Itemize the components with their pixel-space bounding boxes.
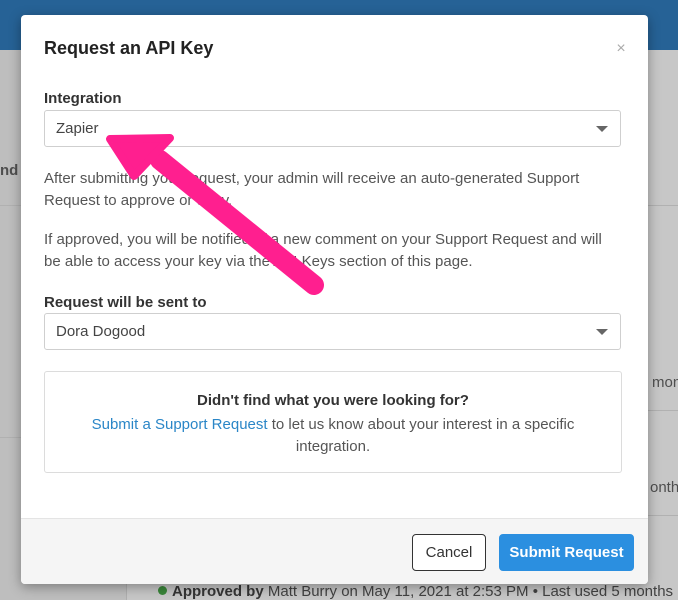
cancel-button[interactable]: Cancel — [412, 534, 486, 571]
submit-support-request-link[interactable]: Submit a Support Request — [92, 416, 268, 433]
integration-label: Integration — [44, 90, 122, 107]
submit-request-button[interactable]: Submit Request — [499, 534, 634, 571]
modal-footer: Cancel Submit Request — [21, 518, 648, 584]
recipient-value: Dora Dogood — [56, 323, 146, 340]
info-box-body: Submit a Support Request to let us know … — [85, 414, 581, 458]
integration-select[interactable]: Zapier — [44, 110, 621, 147]
approval-info-text: After submitting your request, your admi… — [44, 170, 580, 209]
chevron-down-icon — [596, 329, 608, 335]
modal-title: Request an API Key — [44, 38, 214, 58]
recipient-select[interactable]: Dora Dogood — [44, 313, 621, 350]
info-box-text: to let us know about your interest in a … — [267, 416, 575, 455]
close-icon[interactable]: × — [611, 39, 631, 59]
support-info-box: Didn't find what you were looking for? S… — [44, 371, 622, 473]
notification-info-text: If approved, you will be notified of a n… — [44, 231, 602, 270]
recipient-label: Request will be sent to — [44, 294, 207, 311]
chevron-down-icon — [596, 126, 608, 132]
info-box-title: Didn't find what you were looking for? — [197, 392, 469, 409]
integration-value: Zapier — [56, 120, 99, 137]
api-key-modal: Request an API Key × Integration Zapier … — [21, 15, 648, 584]
